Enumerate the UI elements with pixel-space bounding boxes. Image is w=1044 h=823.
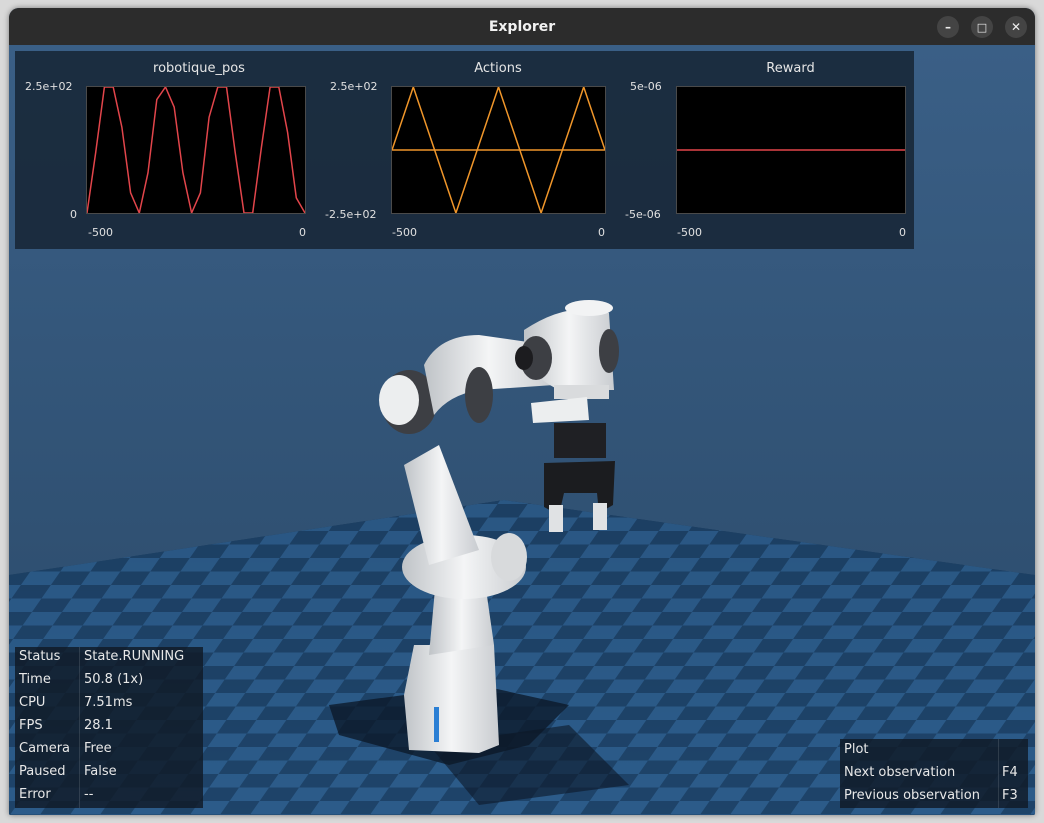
status-key: Camera [19, 741, 71, 756]
y-tick-label: 2.5e+02 [25, 80, 73, 93]
maximize-icon: □ [976, 20, 988, 34]
shortcut-row-plot[interactable]: Plot [840, 739, 1028, 762]
x-tick-label: -500 [677, 226, 702, 239]
status-row: Error -- [15, 785, 203, 807]
robot-base [404, 645, 499, 753]
y-tick-label: 0 [70, 208, 77, 221]
shortcut-row-next-observation[interactable]: Next observation F4 [840, 762, 1028, 785]
explorer-window: Explorer – □ ✕ robotique_pos 2.5e+02 0 -… [9, 8, 1035, 815]
maximize-button[interactable]: □ [971, 16, 993, 38]
status-value: 7.51ms [84, 695, 133, 710]
plot-area-reward [676, 86, 906, 214]
x-tick-label: -500 [392, 226, 417, 239]
close-icon: ✕ [1010, 20, 1022, 34]
x-tick-label: -500 [88, 226, 113, 239]
y-tick-label: -2.5e+02 [325, 208, 377, 221]
plot-area-actions [391, 86, 606, 214]
line-chart-actions [391, 86, 606, 214]
status-value: 50.8 (1x) [84, 672, 144, 687]
shortcut-key: F3 [1002, 788, 1018, 803]
status-row: Status State.RUNNING [15, 647, 203, 669]
plot-area-robotique-pos [86, 86, 306, 214]
minimize-icon: – [945, 20, 951, 34]
title-bar[interactable]: Explorer – □ ✕ [9, 8, 1035, 45]
y-tick-label: -5e-06 [625, 208, 661, 221]
y-tick-label: 5e-06 [630, 80, 662, 93]
plots-panel: robotique_pos 2.5e+02 0 -500 0 Actions 2… [15, 51, 914, 249]
status-key: FPS [19, 718, 43, 733]
status-value: -- [84, 787, 94, 802]
close-button[interactable]: ✕ [1005, 16, 1027, 38]
series-line-0 [86, 86, 306, 214]
shortcut-label: Next observation [844, 765, 956, 780]
status-key: Status [19, 649, 61, 664]
simulation-viewport[interactable]: robotique_pos 2.5e+02 0 -500 0 Actions 2… [9, 45, 1035, 815]
status-row: FPS 28.1 [15, 716, 203, 738]
x-tick-label: 0 [899, 226, 906, 239]
line-chart-robotique-pos [86, 86, 306, 214]
shortcut-label: Previous observation [844, 788, 980, 803]
status-value: Free [84, 741, 112, 756]
line-chart-reward [677, 149, 905, 151]
x-tick-label: 0 [598, 226, 605, 239]
status-row: Camera Free [15, 739, 203, 761]
shortcut-key: F4 [1002, 765, 1018, 780]
status-row: Paused False [15, 762, 203, 784]
shortcut-label: Plot [844, 742, 869, 757]
status-value: State.RUNNING [84, 649, 185, 664]
x-tick-label: 0 [299, 226, 306, 239]
status-key: Error [19, 787, 51, 802]
window-title: Explorer [488, 18, 556, 35]
status-key: CPU [19, 695, 46, 710]
minimize-button[interactable]: – [937, 16, 959, 38]
shortcuts-panel: Plot Next observation F4 Previous observ… [840, 739, 1028, 808]
shortcut-row-previous-observation[interactable]: Previous observation F3 [840, 785, 1028, 808]
status-value: False [84, 764, 117, 779]
status-panel: Status State.RUNNING Time 50.8 (1x) CPU … [15, 647, 203, 808]
status-key: Time [19, 672, 51, 687]
status-value: 28.1 [84, 718, 113, 733]
y-tick-label: 2.5e+02 [330, 80, 378, 93]
plot-title: robotique_pos [153, 61, 245, 76]
status-row: Time 50.8 (1x) [15, 670, 203, 692]
status-row: CPU 7.51ms [15, 693, 203, 715]
plot-title: Reward [766, 61, 815, 76]
plot-title: Actions [474, 61, 522, 76]
status-key: Paused [19, 764, 66, 779]
